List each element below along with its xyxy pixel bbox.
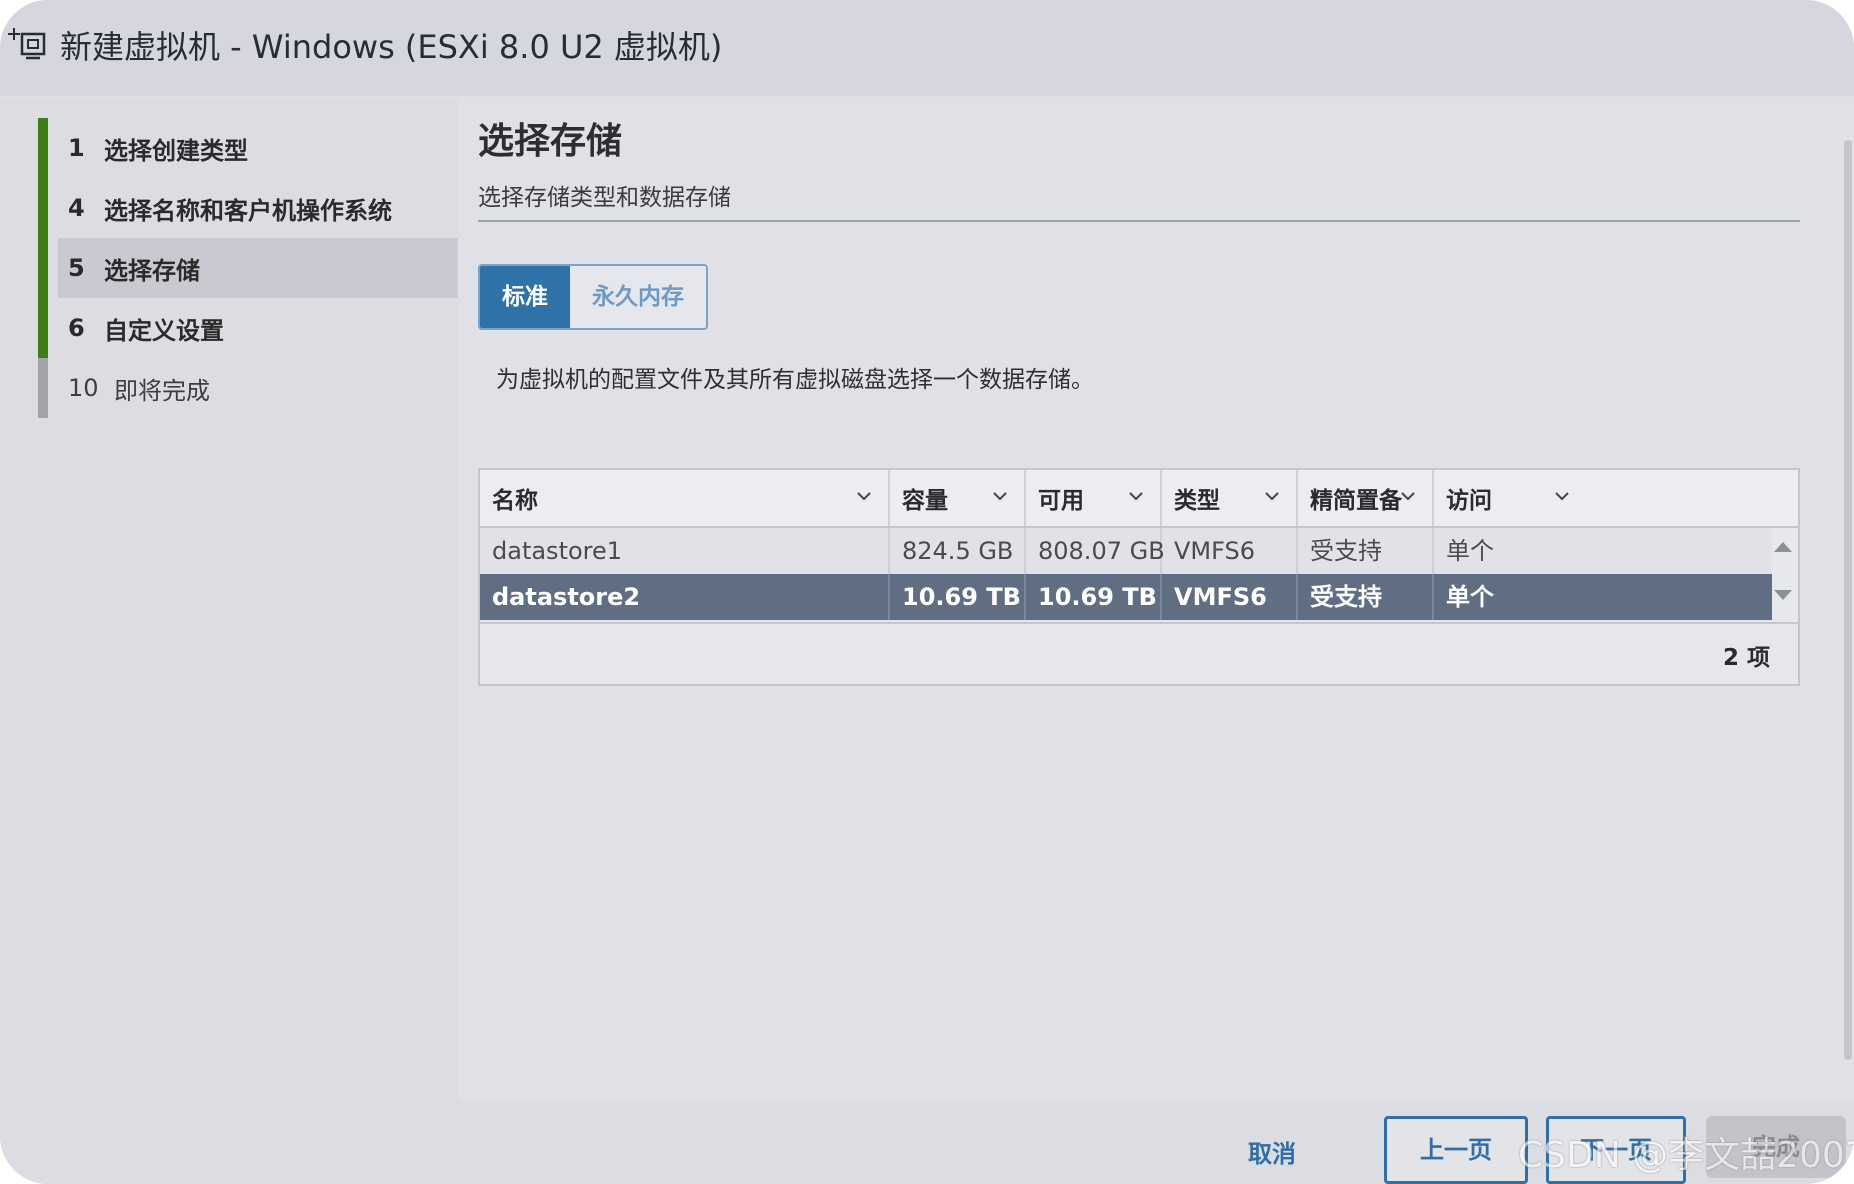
column-header-type[interactable]: 类型 <box>1162 470 1298 526</box>
column-header-label: 容量 <box>902 488 948 514</box>
watermark: CSDN @李文喆2002 <box>1518 1135 1854 1176</box>
step-progress-bar <box>38 238 48 298</box>
tab-standard[interactable]: 标准 <box>480 266 570 328</box>
chevron-down-icon[interactable] <box>1126 486 1146 506</box>
step-customize-settings[interactable]: 6 自定义设置 <box>38 298 458 358</box>
column-header-label: 类型 <box>1174 488 1220 514</box>
cell-capacity: 824.5 GB <box>890 528 1026 574</box>
column-header-thin-provisioning[interactable]: 精简置备 <box>1298 470 1434 526</box>
column-header-capacity[interactable]: 容量 <box>890 470 1026 526</box>
chevron-down-icon[interactable] <box>854 486 874 506</box>
dialog-scrollbar[interactable] <box>1844 140 1852 1060</box>
step-progress-bar <box>38 358 48 418</box>
storage-description: 为虚拟机的配置文件及其所有虚拟磁盘选择一个数据存储。 <box>496 367 1094 393</box>
cell-access: 单个 <box>1446 537 1494 565</box>
step-label: 即将完成 <box>114 376 210 405</box>
column-header-label: 可用 <box>1038 488 1084 514</box>
tab-persistent-memory[interactable]: 永久内存 <box>570 266 706 328</box>
step-number: 10 <box>68 374 99 402</box>
page-title: 选择存储 <box>478 121 623 162</box>
wizard-steps-sidebar: 1 选择创建类型 4 选择名称和客户机操作系统 5 选择存储 6 自定义设置 1… <box>0 98 458 1100</box>
step-label: 选择创建类型 <box>104 136 248 165</box>
cell-type: VMFS6 <box>1162 574 1298 620</box>
scroll-up-arrow-icon[interactable] <box>1774 542 1792 552</box>
chevron-down-icon[interactable] <box>990 486 1010 506</box>
item-count: 2 项 <box>1722 645 1770 671</box>
step-select-creation-type[interactable]: 1 选择创建类型 <box>38 118 458 178</box>
step-progress-bar <box>38 118 48 178</box>
cell-name: datastore2 <box>480 574 890 620</box>
previous-button[interactable]: 上一页 <box>1384 1116 1528 1184</box>
column-header-label: 名称 <box>492 488 538 514</box>
step-ready-to-complete: 10 即将完成 <box>38 358 458 418</box>
new-vm-dialog: 新建虚拟机 - Windows (ESXi 8.0 U2 虚拟机) 1 选择创建… <box>0 0 1854 1184</box>
cell-free: 808.07 GB <box>1026 528 1165 574</box>
scroll-down-arrow-icon[interactable] <box>1774 590 1792 600</box>
cell-name: datastore1 <box>480 528 890 574</box>
step-number: 1 <box>68 134 85 162</box>
page-subtitle: 选择存储类型和数据存储 <box>478 185 731 211</box>
cell-thin-provisioning: 受支持 <box>1298 574 1434 620</box>
table-row[interactable]: datastore1 824.5 GB 808.07 GB VMFS6 受支持 … <box>480 528 1772 574</box>
step-select-name-and-os[interactable]: 4 选择名称和客户机操作系统 <box>38 178 458 238</box>
column-header-free[interactable]: 可用 <box>1026 470 1162 526</box>
title-bar: 新建虚拟机 - Windows (ESXi 8.0 U2 虚拟机) <box>0 0 1854 96</box>
column-header-label: 访问 <box>1446 488 1492 514</box>
cell-access: 单个 <box>1446 583 1494 611</box>
divider <box>478 220 1800 222</box>
wizard-steps: 1 选择创建类型 4 选择名称和客户机操作系统 5 选择存储 6 自定义设置 1… <box>38 118 458 418</box>
step-label: 选择名称和客户机操作系统 <box>104 196 392 225</box>
step-progress-bar <box>38 298 48 358</box>
chevron-down-icon[interactable] <box>1262 486 1282 506</box>
step-number: 6 <box>68 314 85 342</box>
step-progress-bar <box>38 178 48 238</box>
table-footer: 2 项 <box>480 622 1798 684</box>
cancel-button[interactable]: 取消 <box>1248 1134 1296 1169</box>
table-row-selected[interactable]: datastore2 10.69 TB 10.69 TB VMFS6 受支持 单… <box>480 574 1772 620</box>
column-header-access[interactable]: 访问 <box>1434 470 1596 526</box>
dialog-title: 新建虚拟机 - Windows (ESXi 8.0 U2 虚拟机) <box>60 28 723 66</box>
column-header-name[interactable]: 名称 <box>480 470 890 526</box>
datastore-table: 名称 容量 可用 类型 精简置备 访问 datastore1 824.5 GB … <box>478 468 1800 686</box>
chevron-down-icon[interactable] <box>1552 486 1572 506</box>
cell-capacity: 10.69 TB <box>890 574 1026 620</box>
table-header: 名称 容量 可用 类型 精简置备 访问 <box>480 470 1798 528</box>
column-header-label: 精简置备 <box>1310 488 1402 514</box>
cell-free: 10.69 TB <box>1026 574 1162 620</box>
new-vm-icon <box>8 28 46 60</box>
chevron-down-icon[interactable] <box>1398 486 1418 506</box>
step-number: 4 <box>68 194 85 222</box>
step-number: 5 <box>68 254 85 282</box>
cell-thin-provisioning: 受支持 <box>1298 528 1434 574</box>
step-label: 选择存储 <box>104 256 200 285</box>
main-panel: 选择存储 选择存储类型和数据存储 标准 永久内存 为虚拟机的配置文件及其所有虚拟… <box>460 98 1854 1100</box>
step-select-storage[interactable]: 5 选择存储 <box>38 238 458 298</box>
storage-type-toggle: 标准 永久内存 <box>478 264 708 330</box>
step-label: 自定义设置 <box>104 316 224 345</box>
cell-type: VMFS6 <box>1162 528 1298 574</box>
